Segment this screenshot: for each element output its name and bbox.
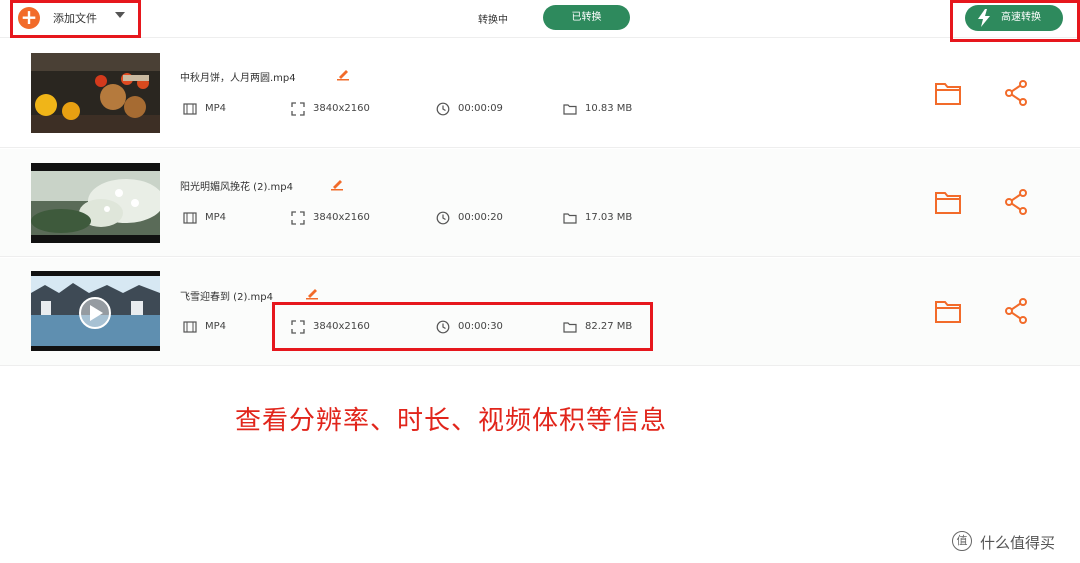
toolbar: + 添加文件 转换中 已转换 高速转换 bbox=[0, 0, 1080, 38]
file-name: 飞雪迎春到 (2).mp4 bbox=[180, 292, 273, 303]
list-item: 阳光明媚风挽花 (2).mp4 MP4 3840x2160 00:00:20 1… bbox=[0, 149, 1080, 257]
film-icon bbox=[183, 212, 197, 224]
clock-icon bbox=[436, 211, 450, 225]
open-folder-icon[interactable] bbox=[934, 298, 962, 324]
film-icon bbox=[183, 321, 197, 333]
file-name: 中秋月饼，人月两圆.mp4 bbox=[180, 73, 296, 84]
file-name: 阳光明媚风挽花 (2).mp4 bbox=[180, 182, 293, 193]
share-icon[interactable] bbox=[1004, 80, 1028, 106]
folder-small-icon bbox=[563, 104, 577, 115]
video-thumbnail[interactable] bbox=[31, 53, 160, 133]
tab-converted[interactable]: 已转换 bbox=[543, 5, 630, 30]
video-thumbnail[interactable] bbox=[31, 163, 160, 243]
highlight-file-info bbox=[272, 302, 653, 351]
open-folder-icon[interactable] bbox=[934, 189, 962, 215]
watermark-logo-icon: 值 bbox=[952, 531, 972, 551]
folder-small-icon bbox=[563, 213, 577, 224]
share-icon[interactable] bbox=[1004, 189, 1028, 215]
tab-converting[interactable]: 转换中 bbox=[478, 11, 508, 26]
resolution-icon bbox=[291, 211, 305, 225]
resolution-icon bbox=[291, 102, 305, 116]
open-folder-icon[interactable] bbox=[934, 80, 962, 106]
watermark-text: 什么值得买 bbox=[980, 534, 1056, 552]
duration-value: 00:00:09 bbox=[458, 103, 503, 114]
resolution-value: 3840x2160 bbox=[313, 103, 370, 114]
highlight-fast-convert bbox=[950, 0, 1080, 42]
size-value: 10.83 MB bbox=[585, 103, 633, 114]
clock-icon bbox=[436, 102, 450, 116]
video-thumbnail[interactable] bbox=[31, 271, 160, 351]
share-icon[interactable] bbox=[1004, 298, 1028, 324]
size-value: 17.03 MB bbox=[585, 212, 633, 223]
duration-value: 00:00:20 bbox=[458, 212, 503, 223]
format-value: MP4 bbox=[205, 321, 227, 332]
edit-icon[interactable] bbox=[336, 67, 350, 81]
edit-icon[interactable] bbox=[330, 177, 344, 191]
film-icon bbox=[183, 103, 197, 115]
annotation-caption: 查看分辨率、时长、视频体积等信息 bbox=[235, 406, 668, 436]
resolution-value: 3840x2160 bbox=[313, 212, 370, 223]
highlight-add-file bbox=[10, 0, 141, 38]
list-item: 中秋月饼，人月两圆.mp4 MP4 3840x2160 00:00:09 10.… bbox=[0, 40, 1080, 148]
edit-icon[interactable] bbox=[305, 286, 319, 300]
format-value: MP4 bbox=[205, 103, 227, 114]
format-value: MP4 bbox=[205, 212, 227, 223]
